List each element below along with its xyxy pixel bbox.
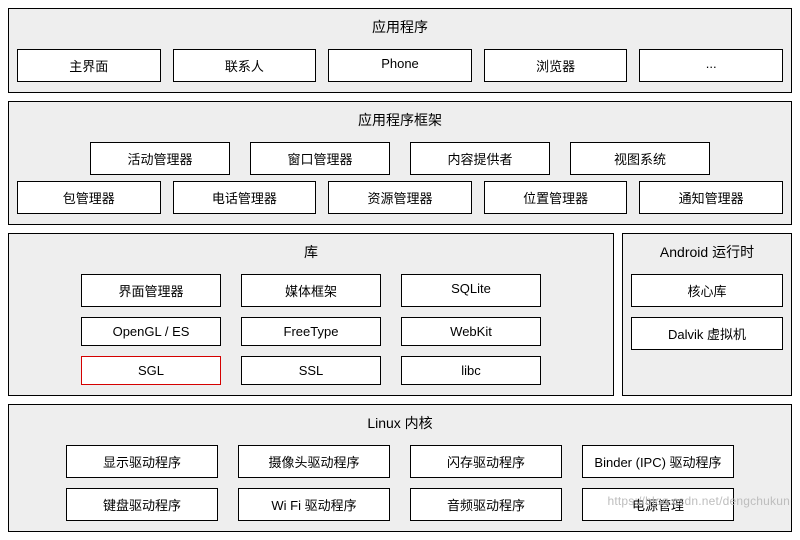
runtime-col: 核心库 Dalvik 虚拟机 [631,274,783,350]
fw-package-manager: 包管理器 [17,181,161,214]
libraries-grid: 界面管理器 媒体框架 SQLite OpenGL / ES FreeType W… [17,274,605,385]
lib-freetype: FreeType [241,317,381,346]
layer-title-framework: 应用程序框架 [17,106,783,136]
app-home: 主界面 [17,49,161,82]
framework-row1: 活动管理器 窗口管理器 内容提供者 视图系统 [17,142,783,175]
fw-notification-manager: 通知管理器 [639,181,783,214]
layer-libraries-runtime: 库 界面管理器 媒体框架 SQLite OpenGL / ES FreeType… [8,233,792,396]
rt-dalvik-vm: Dalvik 虚拟机 [631,317,783,350]
k-audio-driver: 音频驱动程序 [410,488,562,521]
fw-view-system: 视图系统 [570,142,710,175]
k-display-driver: 显示驱动程序 [66,445,218,478]
k-camera-driver: 摄像头驱动程序 [238,445,390,478]
k-power-management: 电源管理 [582,488,734,521]
app-phone: Phone [328,49,472,82]
layer-runtime: Android 运行时 核心库 Dalvik 虚拟机 [622,233,792,396]
app-more: ... [639,49,783,82]
k-wifi-driver: Wi Fi 驱动程序 [238,488,390,521]
fw-resource-manager: 资源管理器 [328,181,472,214]
layer-title-kernel: Linux 内核 [17,409,783,439]
lib-ssl: SSL [241,356,381,385]
fw-location-manager: 位置管理器 [484,181,628,214]
k-flash-driver: 闪存驱动程序 [410,445,562,478]
lib-surface-manager: 界面管理器 [81,274,221,307]
fw-content-providers: 内容提供者 [410,142,550,175]
layer-framework: 应用程序框架 活动管理器 窗口管理器 内容提供者 视图系统 包管理器 电话管理器… [8,101,792,225]
lib-sqlite: SQLite [401,274,541,307]
applications-row: 主界面 联系人 Phone 浏览器 ... [17,49,783,82]
layer-title-applications: 应用程序 [17,13,783,43]
k-binder-ipc-driver: Binder (IPC) 驱动程序 [582,445,734,478]
lib-sgl: SGL [81,356,221,385]
fw-telephony-manager: 电话管理器 [173,181,317,214]
fw-window-manager: 窗口管理器 [250,142,390,175]
lib-opengl-es: OpenGL / ES [81,317,221,346]
layer-title-libraries: 库 [17,238,605,268]
layer-applications: 应用程序 主界面 联系人 Phone 浏览器 ... [8,8,792,93]
k-keyboard-driver: 键盘驱动程序 [66,488,218,521]
lib-libc: libc [401,356,541,385]
lib-media-framework: 媒体框架 [241,274,381,307]
layer-libraries: 库 界面管理器 媒体框架 SQLite OpenGL / ES FreeType… [8,233,614,396]
layer-kernel: Linux 内核 显示驱动程序 摄像头驱动程序 闪存驱动程序 Binder (I… [8,404,792,532]
rt-core-libs: 核心库 [631,274,783,307]
app-contacts: 联系人 [173,49,317,82]
framework-row2: 包管理器 电话管理器 资源管理器 位置管理器 通知管理器 [17,181,783,214]
app-browser: 浏览器 [484,49,628,82]
layer-title-runtime: Android 运行时 [631,238,783,268]
kernel-grid: 显示驱动程序 摄像头驱动程序 闪存驱动程序 Binder (IPC) 驱动程序 … [17,445,783,521]
fw-activity-manager: 活动管理器 [90,142,230,175]
lib-webkit: WebKit [401,317,541,346]
